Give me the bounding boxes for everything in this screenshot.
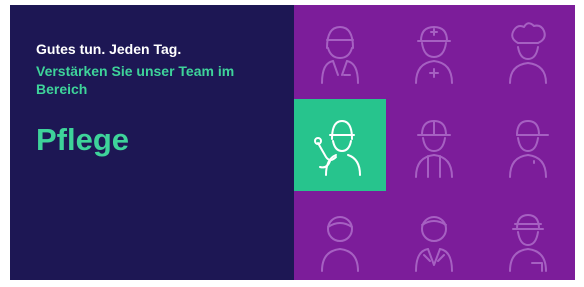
text-panel: Gutes tun. Jeden Tag. Verstärken Sie uns… — [10, 5, 294, 280]
icon-grid — [294, 5, 575, 280]
headline: Gutes tun. Jeden Tag. — [36, 41, 182, 57]
subline: Verstärken Sie unser Team im Bereich — [36, 63, 235, 97]
doctor-icon — [294, 5, 386, 97]
postal-worker-icon — [482, 193, 574, 280]
cap-worker-icon — [482, 99, 574, 191]
job-ad-banner: Gutes tun. Jeden Tag. Verstärken Sie uns… — [10, 5, 575, 280]
nurse-stethoscope-icon — [294, 99, 386, 191]
role-title: Pflege — [36, 122, 130, 157]
construction-worker-icon — [388, 99, 480, 191]
paramedic-icon — [388, 5, 480, 97]
chef-icon — [482, 5, 574, 97]
suit-person-icon — [388, 193, 480, 280]
person-icon — [294, 193, 386, 280]
